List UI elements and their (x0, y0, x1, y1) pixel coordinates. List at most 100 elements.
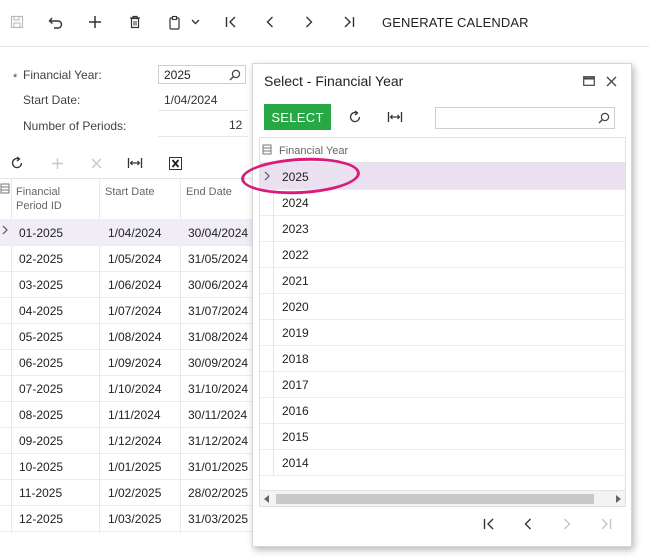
period-id-cell[interactable]: 11-2025 (19, 486, 62, 500)
period-id-cell[interactable]: 03-2025 (19, 278, 63, 292)
list-item[interactable]: 2019 (260, 319, 625, 346)
end-date-cell[interactable]: 30/04/2024 (188, 226, 248, 240)
refresh-icon[interactable] (6, 151, 28, 175)
list-item[interactable]: 2017 (260, 371, 625, 398)
previous-record-icon[interactable] (259, 10, 281, 34)
next-record-icon[interactable] (298, 10, 320, 34)
select-button[interactable]: SELECT (264, 104, 331, 130)
table-row[interactable]: 07-2025 1/10/2024 31/10/2024 (0, 375, 252, 402)
start-date-cell[interactable]: 1/11/2024 (108, 408, 161, 422)
end-date-cell[interactable]: 31/05/2024 (188, 252, 248, 266)
table-row[interactable]: 04-2025 1/07/2024 31/07/2024 (0, 297, 252, 324)
period-id-cell[interactable]: 04-2025 (19, 304, 63, 318)
end-date-cell[interactable]: 30/11/2024 (188, 408, 247, 422)
period-id-cell[interactable]: 05-2025 (19, 330, 63, 344)
list-item[interactable]: 2021 (260, 267, 625, 294)
period-id-cell[interactable]: 02-2025 (19, 252, 63, 266)
year-cell[interactable]: 2018 (282, 352, 309, 366)
start-date-cell[interactable]: 1/08/2024 (108, 330, 161, 344)
period-id-cell[interactable]: 08-2025 (19, 408, 63, 422)
start-date-cell[interactable]: 1/06/2024 (108, 278, 161, 292)
delete-icon[interactable] (124, 10, 146, 34)
list-item[interactable]: 2024 (260, 189, 625, 216)
year-cell[interactable]: 2024 (282, 196, 309, 210)
column-header-end-date[interactable]: End Date (186, 185, 232, 199)
start-date-cell[interactable]: 1/10/2024 (108, 382, 161, 396)
scroll-left-icon[interactable] (264, 495, 270, 503)
list-item[interactable]: 2023 (260, 215, 625, 242)
end-date-cell[interactable]: 31/01/2025 (188, 460, 248, 474)
table-row[interactable]: 11-2025 1/02/2025 28/02/2025 (0, 479, 252, 506)
table-row[interactable]: 03-2025 1/06/2024 30/06/2024 (0, 271, 252, 298)
close-icon[interactable] (606, 76, 617, 87)
scroll-right-icon[interactable] (615, 495, 621, 503)
start-date-cell[interactable]: 1/09/2024 (108, 356, 161, 370)
undo-icon[interactable] (45, 10, 67, 34)
chevron-down-icon[interactable] (188, 10, 202, 34)
dialog-search-input[interactable] (440, 109, 594, 129)
start-date-cell[interactable]: 1/03/2025 (108, 512, 161, 526)
start-date-cell[interactable]: 1/02/2025 (108, 486, 161, 500)
financial-year-selector[interactable]: 2025 (158, 65, 246, 84)
table-row[interactable]: 08-2025 1/11/2024 30/11/2024 (0, 401, 252, 428)
dialog-search-box[interactable] (435, 107, 615, 129)
list-item[interactable]: 2022 (260, 241, 625, 268)
add-row-icon[interactable] (46, 151, 68, 175)
period-id-cell[interactable]: 01-2025 (19, 226, 63, 240)
start-date-cell[interactable]: 1/05/2024 (108, 252, 161, 266)
add-icon[interactable] (84, 10, 106, 34)
list-item[interactable]: 2016 (260, 397, 625, 424)
table-row[interactable]: 02-2025 1/05/2024 31/05/2024 (0, 245, 252, 272)
excel-export-icon[interactable] (164, 151, 186, 175)
fit-columns-icon[interactable] (124, 151, 146, 175)
end-date-cell[interactable]: 31/03/2025 (188, 512, 248, 526)
delete-row-icon[interactable] (85, 151, 107, 175)
year-cell[interactable]: 2023 (282, 222, 309, 236)
table-row[interactable]: 12-2025 1/03/2025 31/03/2025 (0, 505, 252, 532)
fit-columns-icon[interactable] (384, 105, 406, 129)
first-record-icon[interactable] (220, 10, 242, 34)
table-row[interactable]: 10-2025 1/01/2025 31/01/2025 (0, 453, 252, 480)
table-row[interactable]: 01-2025 1/04/2024 30/04/2024 (0, 219, 252, 246)
year-cell[interactable]: 2015 (282, 430, 309, 444)
maximize-icon[interactable] (583, 76, 595, 86)
save-icon[interactable] (6, 10, 28, 34)
period-id-cell[interactable]: 10-2025 (19, 460, 63, 474)
column-header-period-id[interactable]: Financial Period ID (16, 185, 86, 213)
end-date-cell[interactable]: 28/02/2025 (188, 486, 248, 500)
copy-paste-icon[interactable] (164, 10, 186, 34)
start-date-cell[interactable]: 1/07/2024 (108, 304, 161, 318)
first-page-icon[interactable] (478, 512, 500, 536)
year-cell[interactable]: 2020 (282, 300, 309, 314)
period-id-cell[interactable]: 09-2025 (19, 434, 63, 448)
start-date-cell[interactable]: 1/01/2025 (108, 460, 161, 474)
next-page-icon[interactable] (556, 512, 578, 536)
period-id-cell[interactable]: 07-2025 (19, 382, 63, 396)
table-row[interactable]: 09-2025 1/12/2024 31/12/2024 (0, 427, 252, 454)
year-cell[interactable]: 2019 (282, 326, 309, 340)
end-date-cell[interactable]: 31/07/2024 (188, 304, 248, 318)
year-cell[interactable]: 2021 (282, 274, 309, 288)
end-date-cell[interactable]: 30/09/2024 (188, 356, 248, 370)
period-id-cell[interactable]: 12-2025 (19, 512, 63, 526)
year-cell[interactable]: 2022 (282, 248, 309, 262)
period-id-cell[interactable]: 06-2025 (19, 356, 63, 370)
search-icon[interactable] (229, 69, 241, 81)
end-date-cell[interactable]: 31/08/2024 (188, 330, 248, 344)
list-item[interactable]: 2014 (260, 449, 625, 476)
horizontal-scrollbar[interactable] (260, 490, 625, 506)
column-config-icon[interactable] (0, 183, 10, 194)
refresh-icon[interactable] (344, 105, 366, 129)
column-header-financial-year[interactable]: Financial Year (279, 145, 348, 157)
table-row[interactable]: 06-2025 1/09/2024 30/09/2024 (0, 349, 252, 376)
last-record-icon[interactable] (338, 10, 360, 34)
last-page-icon[interactable] (595, 512, 617, 536)
start-date-cell[interactable]: 1/12/2024 (108, 434, 161, 448)
generate-calendar-button[interactable]: GENERATE CALENDAR (382, 15, 529, 30)
list-item[interactable]: 2020 (260, 293, 625, 320)
column-config-icon[interactable] (262, 144, 272, 155)
end-date-cell[interactable]: 31/10/2024 (188, 382, 248, 396)
search-icon[interactable] (598, 112, 610, 124)
list-item[interactable]: 2018 (260, 345, 625, 372)
column-header-start-date[interactable]: Start Date (105, 185, 155, 199)
